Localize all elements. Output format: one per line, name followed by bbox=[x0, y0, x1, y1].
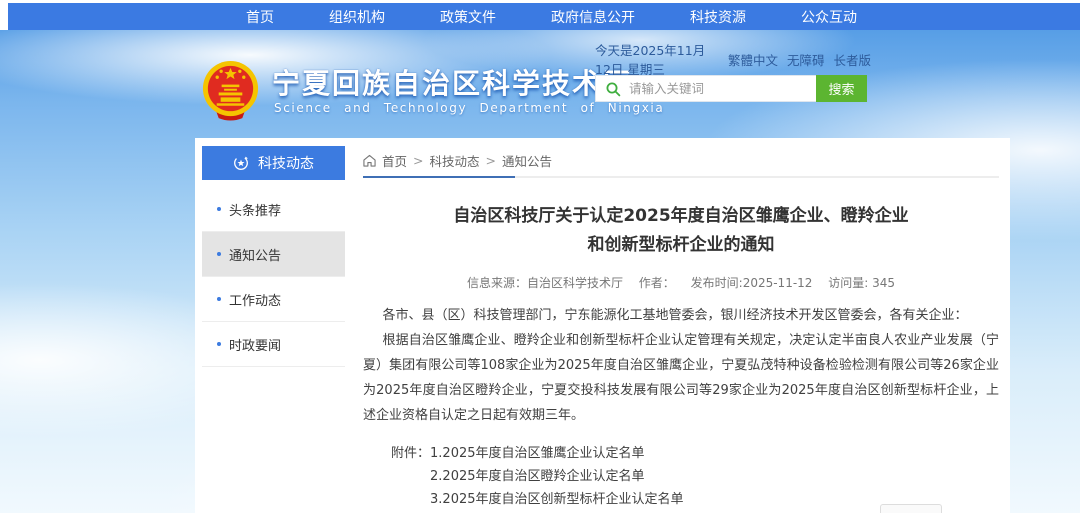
floating-widget[interactable] bbox=[880, 504, 942, 513]
accessibility-link[interactable]: 无障碍 bbox=[787, 50, 825, 69]
attachment-link-1[interactable]: 1.2025年度自治区雏鹰企业认定名单 bbox=[430, 442, 684, 465]
attachments-block: 附件： 1.2025年度自治区雏鹰企业认定名单 2.2025年度自治区瞪羚企业认… bbox=[391, 442, 999, 511]
site-subtitle: Science and Technology Department of Nin… bbox=[274, 101, 664, 115]
sidebar-header: 科技动态 bbox=[202, 146, 345, 180]
elder-version-link[interactable]: 长者版 bbox=[833, 50, 871, 69]
meta-author-label: 作者： bbox=[639, 276, 675, 290]
sidebar-item-label: 通知公告 bbox=[229, 245, 281, 264]
meta-publish-value: 2025-11-12 bbox=[743, 276, 813, 290]
nav-item-organization[interactable]: 组织机构 bbox=[329, 7, 385, 27]
meta-views-value: 345 bbox=[872, 276, 895, 290]
top-utility-bar: 今天是2025年11月12日 星期三 繁體中文 无障碍 长者版 bbox=[595, 51, 871, 67]
national-emblem-logo[interactable] bbox=[199, 59, 262, 122]
site-title[interactable]: 宁夏回族自治区科学技术厅 bbox=[272, 62, 632, 102]
meta-source-label: 信息来源： bbox=[467, 276, 527, 290]
nav-item-gov-info-disclosure[interactable]: 政府信息公开 bbox=[551, 7, 635, 27]
article-paragraph-2: 根据自治区雏鹰企业、瞪羚企业和创新型标杆企业认定管理有关规定，决定认定半亩良人农… bbox=[363, 328, 999, 428]
sidebar-item-label: 头条推荐 bbox=[229, 200, 281, 219]
sidebar-title: 科技动态 bbox=[258, 153, 314, 173]
breadcrumb-sci-tech-news[interactable]: 科技动态 bbox=[430, 151, 480, 170]
sidebar-item-notices[interactable]: 通知公告 bbox=[202, 232, 345, 277]
sidebar-item-current-politics[interactable]: 时政要闻 bbox=[202, 322, 345, 367]
search-input[interactable] bbox=[627, 80, 816, 97]
article-paragraph-1: 各市、县（区）科技管理部门，宁东能源化工基地管委会，银川经济技术开发区管委会，各… bbox=[363, 303, 999, 328]
current-date-text: 今天是2025年11月12日 星期三 bbox=[595, 40, 719, 78]
attachment-link-3[interactable]: 3.2025年度自治区创新型标杆企业认定名单 bbox=[430, 488, 684, 511]
sidebar: 科技动态 头条推荐 通知公告 工作动态 时政要闻 bbox=[202, 146, 345, 367]
breadcrumb-divider bbox=[363, 176, 999, 178]
star-circle-icon bbox=[233, 155, 249, 171]
breadcrumb-separator: > bbox=[413, 153, 423, 168]
search-button[interactable]: 搜索 bbox=[816, 75, 867, 102]
national-emblem-icon bbox=[199, 59, 262, 122]
sidebar-item-label: 工作动态 bbox=[229, 290, 281, 309]
article-body: 各市、县（区）科技管理部门，宁东能源化工基地管委会，银川经济技术开发区管委会，各… bbox=[363, 303, 999, 428]
content-area: 首页 > 科技动态 > 通知公告 自治区科技厅关于认定2025年度自治区雏鹰企业… bbox=[363, 148, 999, 511]
attachments-label: 附件： bbox=[391, 442, 430, 511]
bullet-icon bbox=[217, 207, 221, 211]
top-navigation: 首页 组织机构 政策文件 政府信息公开 科技资源 公众互动 bbox=[8, 3, 1080, 30]
breadcrumb-notices[interactable]: 通知公告 bbox=[502, 151, 552, 170]
article-title-line1: 自治区科技厅关于认定2025年度自治区雏鹰企业、瞪羚企业 bbox=[363, 202, 999, 231]
breadcrumb-home[interactable]: 首页 bbox=[382, 151, 407, 170]
nav-item-home[interactable]: 首页 bbox=[246, 7, 274, 27]
search-icon bbox=[605, 81, 621, 97]
main-panel: 科技动态 头条推荐 通知公告 工作动态 时政要闻 bbox=[195, 138, 1010, 513]
sidebar-item-headline-recommend[interactable]: 头条推荐 bbox=[202, 187, 345, 232]
article-title-line2: 和创新型标杆企业的通知 bbox=[363, 231, 999, 260]
home-icon bbox=[363, 154, 376, 167]
sidebar-list: 头条推荐 通知公告 工作动态 时政要闻 bbox=[202, 187, 345, 367]
attachments-list: 1.2025年度自治区雏鹰企业认定名单 2.2025年度自治区瞪羚企业认定名单 … bbox=[430, 442, 684, 511]
article-meta: 信息来源：自治区科学技术厅 作者： 发布时间:2025-11-12 访问量: 3… bbox=[363, 274, 999, 291]
breadcrumb-separator: > bbox=[486, 153, 496, 168]
article-title: 自治区科技厅关于认定2025年度自治区雏鹰企业、瞪羚企业 和创新型标杆企业的通知 bbox=[363, 202, 999, 260]
attachment-link-2[interactable]: 2.2025年度自治区瞪羚企业认定名单 bbox=[430, 465, 684, 488]
bullet-icon bbox=[217, 297, 221, 301]
nav-item-sci-tech-resources[interactable]: 科技资源 bbox=[690, 7, 746, 27]
breadcrumb: 首页 > 科技动态 > 通知公告 bbox=[363, 148, 999, 172]
meta-source-value: 自治区科学技术厅 bbox=[527, 276, 623, 290]
nav-item-public-interaction[interactable]: 公众互动 bbox=[801, 7, 857, 27]
nav-item-policy-documents[interactable]: 政策文件 bbox=[440, 7, 496, 27]
sidebar-item-work-trends[interactable]: 工作动态 bbox=[202, 277, 345, 322]
sidebar-item-label: 时政要闻 bbox=[229, 335, 281, 354]
meta-publish-label: 发布时间: bbox=[691, 276, 743, 290]
search-bar: 搜索 bbox=[595, 75, 867, 102]
bullet-icon bbox=[217, 342, 221, 346]
bullet-icon bbox=[217, 252, 221, 256]
traditional-chinese-link[interactable]: 繁體中文 bbox=[728, 50, 778, 69]
meta-views-label: 访问量: bbox=[828, 276, 868, 290]
